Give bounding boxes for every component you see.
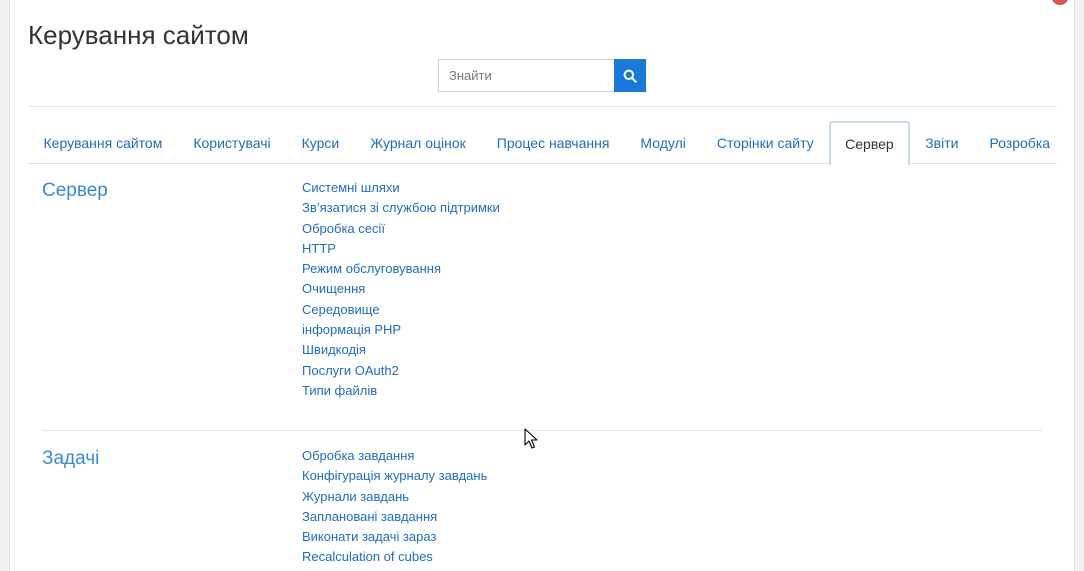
admin-panel: Керування сайтом Керування сайтом Корист… — [9, 0, 1075, 571]
page-title: Керування сайтом — [28, 20, 249, 50]
link-maintenance-mode[interactable]: Режим обслуговування — [302, 261, 500, 281]
admin-search — [438, 59, 646, 92]
link-task-processing[interactable]: Обробка завдання — [302, 448, 487, 468]
header-divider — [28, 106, 1057, 107]
section-title[interactable]: Задачі — [42, 448, 99, 470]
tab-plugins[interactable]: Модулі — [625, 121, 701, 163]
tab-competencies[interactable]: Процес навчання — [481, 121, 625, 163]
link-http[interactable]: HTTP — [302, 241, 500, 261]
admin-tabs: Керування сайтом Користувачі Курси Журна… — [28, 121, 1057, 166]
tab-reports[interactable]: Звіти — [910, 121, 974, 163]
search-icon — [623, 69, 637, 83]
link-support-contact[interactable]: Зв’язатися зі службою підтримки — [302, 200, 500, 220]
link-run-tasks-now[interactable]: Виконати задачі зараз — [302, 529, 487, 549]
tab-development[interactable]: Розробка — [974, 121, 1066, 163]
link-system-paths[interactable]: Системні шляхи — [302, 180, 500, 200]
mouse-cursor-icon — [524, 428, 538, 449]
link-task-logs[interactable]: Журнали завдань — [302, 489, 487, 509]
section-divider — [42, 430, 1042, 431]
link-performance[interactable]: Швидкодія — [302, 342, 500, 362]
server-link-list: Системні шляхи Зв’язатися зі службою під… — [302, 180, 500, 403]
link-file-types[interactable]: Типи файлів — [302, 383, 500, 403]
tab-server[interactable]: Сервер — [829, 121, 910, 166]
link-php-info[interactable]: інформація PHP — [302, 322, 500, 342]
section-title[interactable]: Сервер — [42, 180, 108, 202]
link-recalculation-of-cubes[interactable]: Recalculation of cubes — [302, 549, 487, 569]
link-oauth2-services[interactable]: Послуги OAuth2 — [302, 363, 500, 383]
link-session-handling[interactable]: Обробка сесії — [302, 221, 500, 241]
link-environment[interactable]: Середовище — [302, 302, 500, 322]
notification-badge — [1052, 0, 1068, 5]
tab-site-administration[interactable]: Керування сайтом — [28, 121, 178, 163]
tab-users[interactable]: Користувачі — [178, 121, 286, 163]
tab-appearance[interactable]: Сторінки сайту — [701, 121, 829, 163]
link-cleanup[interactable]: Очищення — [302, 281, 500, 301]
tab-courses[interactable]: Курси — [286, 121, 355, 163]
tasks-link-list: Обробка завдання Конфігурація журналу за… — [302, 448, 487, 570]
link-scheduled-tasks[interactable]: Заплановані завдання — [302, 509, 487, 529]
link-task-log-config[interactable]: Конфігурація журналу завдань — [302, 468, 487, 488]
search-button[interactable] — [614, 59, 646, 92]
search-input[interactable] — [438, 59, 614, 92]
tab-grades[interactable]: Журнал оцінок — [355, 121, 482, 163]
